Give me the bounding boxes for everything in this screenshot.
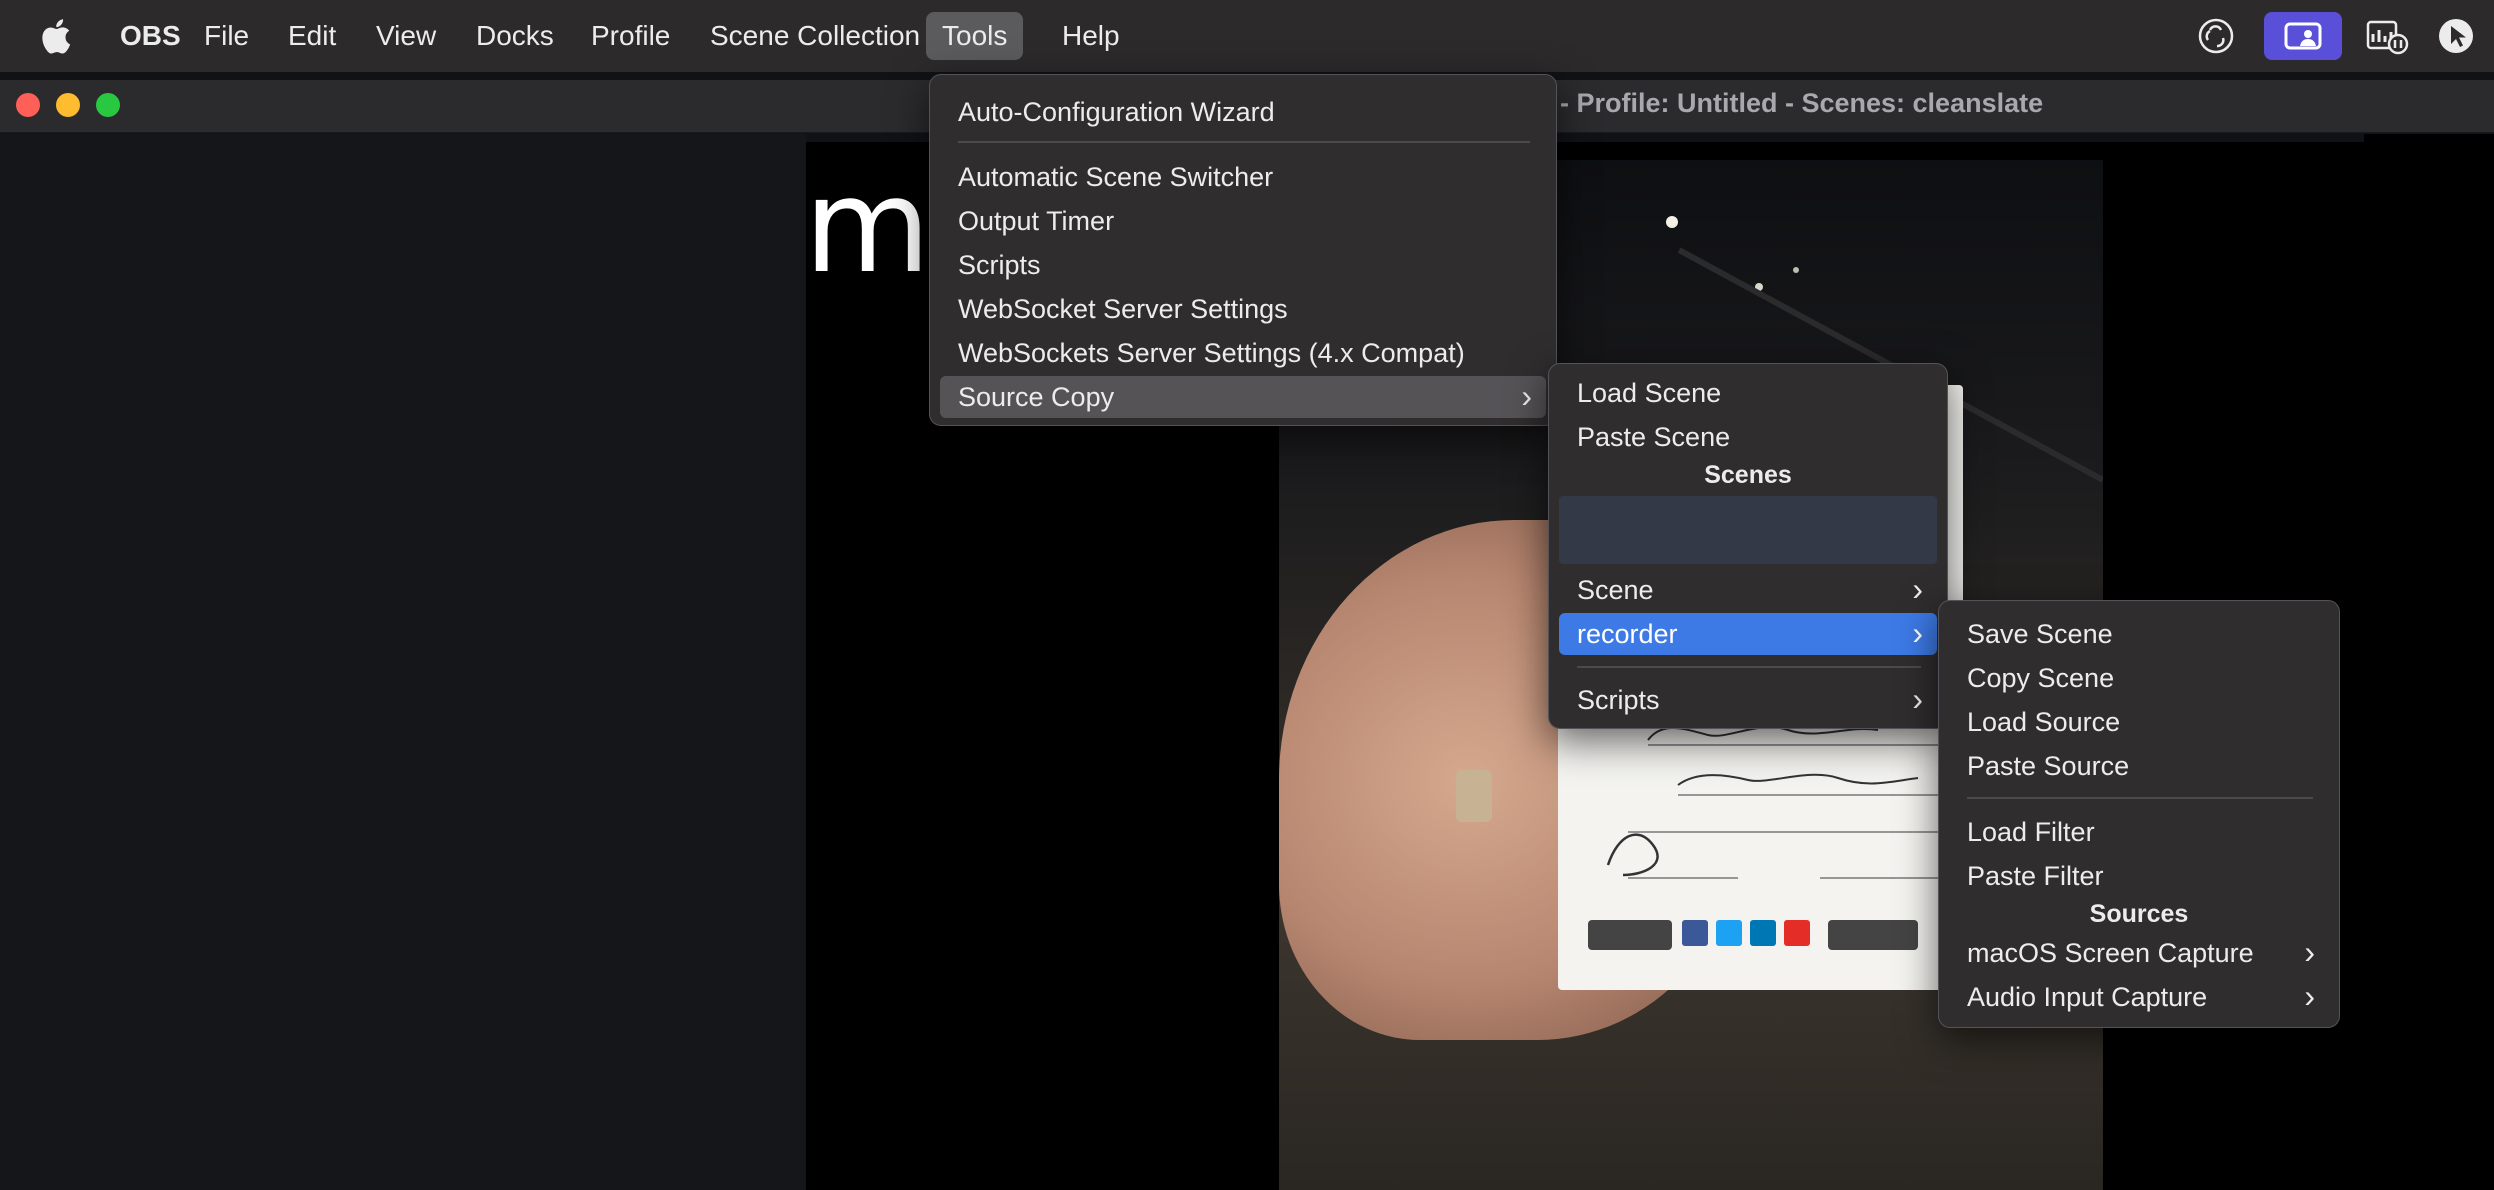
sources-section-header: Sources bbox=[2089, 900, 2189, 928]
chevron-right-icon: › bbox=[2304, 978, 2315, 1014]
menu-separator bbox=[1577, 666, 1921, 668]
menu-item-macos-screen-capture[interactable]: macOS Screen Capture › bbox=[1949, 932, 2329, 974]
minimize-window-button[interactable] bbox=[56, 93, 80, 117]
chevron-right-icon: › bbox=[1912, 615, 1923, 651]
menu-help[interactable]: Help bbox=[1046, 12, 1136, 60]
menu-item-scripts-label: Scripts bbox=[1577, 685, 1660, 715]
menu-profile[interactable]: Profile bbox=[575, 12, 686, 60]
obs-tray-icon[interactable] bbox=[2196, 12, 2236, 60]
tools-menu: Auto-Configuration Wizard Automatic Scen… bbox=[929, 74, 1557, 426]
scenes-list-blank-entry[interactable] bbox=[1559, 496, 1937, 564]
chevron-right-icon: › bbox=[1912, 571, 1923, 607]
menu-item-source-copy-label: Source Copy bbox=[958, 382, 1115, 412]
source-copy-submenu: Load Scene Paste Scene Scenes Scene › re… bbox=[1548, 363, 1948, 729]
menu-separator bbox=[1967, 797, 2313, 799]
menu-item-scene[interactable]: Scene › bbox=[1559, 569, 1937, 611]
menu-item-load-source[interactable]: Load Source bbox=[1949, 701, 2329, 743]
menu-item-load-filter[interactable]: Load Filter bbox=[1949, 811, 2329, 853]
chevron-right-icon: › bbox=[2304, 934, 2315, 970]
menu-item-macos-screen-capture-label: macOS Screen Capture bbox=[1967, 938, 2254, 968]
zoom-window-button[interactable] bbox=[96, 93, 120, 117]
menu-item-auto-configuration-wizard[interactable]: Auto-Configuration Wizard bbox=[940, 91, 1546, 133]
menu-item-recorder-label: recorder bbox=[1577, 619, 1678, 649]
window-title: - Profile: Untitled - Scenes: cleanslate bbox=[1560, 88, 2044, 118]
menu-separator bbox=[958, 141, 1530, 143]
menu-file[interactable]: File bbox=[188, 12, 265, 60]
menu-item-save-scene[interactable]: Save Scene bbox=[1949, 613, 2329, 655]
cursor-icon[interactable] bbox=[2434, 12, 2478, 60]
right-dock-area bbox=[2364, 134, 2494, 1190]
menu-item-audio-input-capture-label: Audio Input Capture bbox=[1967, 982, 2208, 1012]
menu-item-paste-filter[interactable]: Paste Filter bbox=[1949, 855, 2329, 897]
left-dock-area bbox=[0, 134, 806, 1190]
menu-item-load-scene[interactable]: Load Scene bbox=[1559, 372, 1937, 414]
recorder-submenu: Save Scene Copy Scene Load Source Paste … bbox=[1938, 600, 2340, 1028]
apple-icon[interactable] bbox=[38, 16, 72, 56]
app-menu-obs[interactable]: OBS bbox=[104, 12, 197, 60]
menu-item-paste-source[interactable]: Paste Source bbox=[1949, 745, 2329, 787]
menu-item-websockets-server-settings-compat[interactable]: WebSockets Server Settings (4.x Compat) bbox=[940, 332, 1546, 374]
menu-item-paste-scene[interactable]: Paste Scene bbox=[1559, 416, 1937, 458]
menu-docks[interactable]: Docks bbox=[460, 12, 570, 60]
activity-monitor-icon[interactable] bbox=[2364, 12, 2410, 60]
menu-item-output-timer[interactable]: Output Timer bbox=[940, 200, 1546, 242]
close-window-button[interactable] bbox=[16, 93, 40, 117]
menu-item-copy-scene[interactable]: Copy Scene bbox=[1949, 657, 2329, 699]
menu-item-recorder[interactable]: recorder › bbox=[1559, 613, 1937, 655]
menu-item-scene-label: Scene bbox=[1577, 575, 1654, 605]
menu-edit[interactable]: Edit bbox=[272, 12, 352, 60]
menu-scene-collection[interactable]: Scene Collection bbox=[694, 12, 936, 60]
chevron-right-icon: › bbox=[1521, 378, 1532, 414]
menu-item-audio-input-capture[interactable]: Audio Input Capture › bbox=[1949, 976, 2329, 1018]
menu-item-scripts[interactable]: Scripts bbox=[940, 244, 1546, 286]
menu-bar: OBS File Edit View Docks Profile Scene C… bbox=[0, 0, 2494, 72]
menu-item-source-copy[interactable]: Source Copy › bbox=[940, 376, 1546, 418]
menu-view[interactable]: View bbox=[360, 12, 452, 60]
menu-item-scripts-submenu[interactable]: Scripts › bbox=[1559, 679, 1937, 721]
menu-item-websocket-server-settings[interactable]: WebSocket Server Settings bbox=[940, 288, 1546, 330]
menu-item-automatic-scene-switcher[interactable]: Automatic Scene Switcher bbox=[940, 156, 1546, 198]
screen-share-icon[interactable] bbox=[2264, 12, 2342, 60]
menu-tools[interactable]: Tools bbox=[926, 12, 1024, 60]
ring bbox=[1456, 770, 1492, 822]
scenes-section-header: Scenes bbox=[1704, 461, 1792, 489]
chevron-right-icon: › bbox=[1912, 681, 1923, 717]
